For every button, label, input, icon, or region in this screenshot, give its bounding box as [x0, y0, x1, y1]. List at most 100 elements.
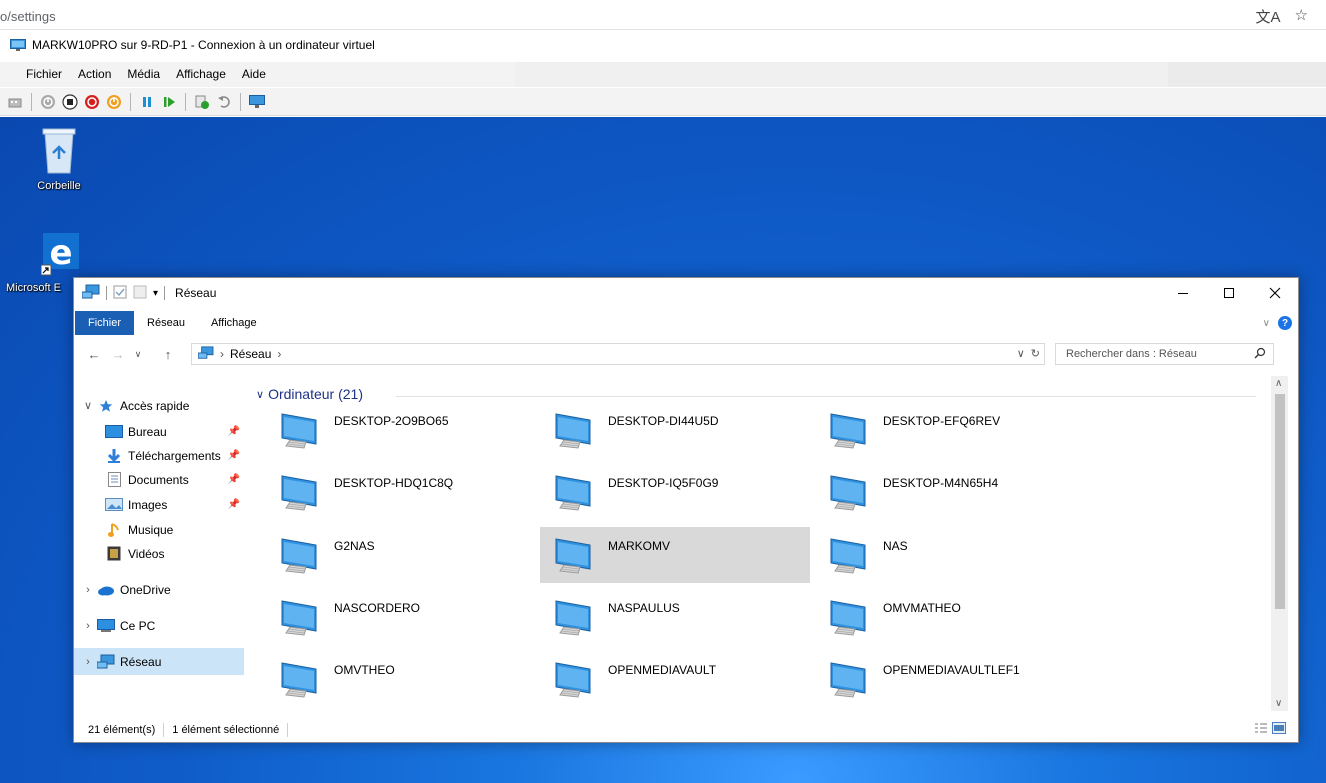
computer-tile[interactable]: DESKTOP-IQ5F0G9: [540, 464, 810, 520]
resume-icon[interactable]: [160, 93, 178, 111]
help-icon[interactable]: ?: [1278, 316, 1292, 330]
nav-label: Bureau: [128, 424, 167, 439]
chevron-right-icon[interactable]: ›: [80, 656, 96, 668]
menu-action[interactable]: Action: [70, 62, 119, 87]
network-icon: [197, 345, 214, 363]
tiles-view-icon[interactable]: [1272, 722, 1286, 737]
menu-bar-filler: [515, 62, 1168, 87]
pause-icon[interactable]: [138, 93, 156, 111]
computer-tile[interactable]: DESKTOP-DI44U5D: [540, 402, 810, 458]
new-folder-icon[interactable]: [133, 285, 147, 302]
turn-off-icon[interactable]: [61, 93, 79, 111]
scroll-up-icon[interactable]: ∧: [1275, 378, 1282, 389]
nav-item-musique[interactable]: Musique: [74, 516, 244, 543]
vertical-scrollbar[interactable]: ∧ ∨: [1271, 376, 1288, 711]
translate-icon[interactable]: 文A: [1256, 6, 1281, 27]
details-view-icon[interactable]: [1254, 722, 1268, 737]
address-dropdown-icon[interactable]: ∨: [1017, 347, 1025, 360]
pin-icon[interactable]: 📌: [228, 474, 240, 485]
computer-tile[interactable]: DESKTOP-M4N65H4: [815, 464, 1085, 520]
scroll-down-icon[interactable]: ∨: [1275, 698, 1282, 709]
nav-item-onedrive[interactable]: › OneDrive: [74, 576, 244, 603]
computer-icon: [819, 527, 875, 583]
computer-tile[interactable]: DESKTOP-2O9BO65: [266, 402, 536, 458]
back-icon[interactable]: ←: [82, 339, 106, 369]
nav-item-images[interactable]: Images 📌: [74, 491, 244, 518]
chevron-down-icon[interactable]: ∨: [80, 399, 96, 412]
ribbon-right-controls: ∨ ?: [1263, 316, 1292, 330]
computer-tile[interactable]: NASCORDERO: [266, 589, 536, 645]
computer-icon: [819, 402, 875, 458]
computer-name: DESKTOP-M4N65H4: [883, 476, 999, 490]
scroll-thumb[interactable]: [1275, 394, 1285, 609]
save-state-icon[interactable]: [105, 93, 123, 111]
computer-tile[interactable]: G2NAS: [266, 527, 536, 583]
videos-icon: [104, 546, 124, 562]
properties-icon[interactable]: [113, 285, 127, 302]
nav-item-videos[interactable]: Vidéos: [74, 540, 244, 567]
shutdown-icon[interactable]: [83, 93, 101, 111]
breadcrumb-reseau[interactable]: Réseau: [230, 347, 271, 361]
chevron-right-icon[interactable]: ›: [80, 584, 96, 596]
pin-icon[interactable]: 📌: [228, 426, 240, 437]
nav-item-documents[interactable]: Documents 📌: [74, 466, 244, 493]
search-input[interactable]: Rechercher dans : Réseau: [1055, 343, 1274, 365]
breadcrumb-separator-icon[interactable]: ›: [277, 347, 281, 361]
content-pane: ∨ Ordinateur (21) DESKTOP-2O9BO65 DESKTOP…: [246, 376, 1266, 711]
refresh-icon[interactable]: ↻: [1031, 347, 1040, 360]
start-icon[interactable]: [39, 93, 57, 111]
chevron-right-icon[interactable]: ›: [80, 620, 96, 632]
nav-item-ce-pc[interactable]: › Ce PC: [74, 612, 244, 639]
url-text[interactable]: o/settings: [0, 9, 56, 24]
computer-tile[interactable]: MARKOMV: [540, 527, 810, 583]
maximize-icon[interactable]: [1206, 278, 1252, 308]
computer-icon: [270, 402, 326, 458]
computer-tile[interactable]: NAS: [815, 527, 1085, 583]
computer-icon: [544, 402, 600, 458]
pin-icon[interactable]: 📌: [228, 499, 240, 510]
ctrl-alt-del-icon[interactable]: [6, 93, 24, 111]
customize-quick-access-icon[interactable]: ▾: [153, 288, 158, 299]
enhanced-session-icon[interactable]: [248, 93, 266, 111]
menu-fichier[interactable]: Fichier: [18, 62, 70, 87]
expand-ribbon-icon[interactable]: ∨: [1263, 318, 1270, 329]
star-icon[interactable]: ☆: [1295, 6, 1308, 27]
recent-locations-icon[interactable]: ∨: [130, 339, 146, 369]
computer-name: DESKTOP-DI44U5D: [608, 414, 719, 428]
pin-icon[interactable]: 📌: [228, 450, 240, 461]
computer-name: DESKTOP-HDQ1C8Q: [334, 476, 454, 490]
menu-media[interactable]: Média: [119, 62, 168, 87]
checkpoint-icon[interactable]: [193, 93, 211, 111]
status-separator: [163, 723, 165, 737]
menu-aide[interactable]: Aide: [234, 62, 274, 87]
nav-item-telechargements[interactable]: Téléchargements 📌: [74, 442, 244, 469]
forward-icon[interactable]: →: [108, 339, 128, 369]
group-title: Ordinateur (21): [268, 386, 363, 402]
computer-tile[interactable]: DESKTOP-EFQ6REV: [815, 402, 1085, 458]
minimize-icon[interactable]: [1160, 278, 1206, 308]
computer-icon: [819, 464, 875, 520]
chevron-down-icon[interactable]: ∨: [256, 388, 264, 401]
tab-reseau[interactable]: Réseau: [134, 311, 198, 335]
computer-tile[interactable]: DESKTOP-HDQ1C8Q: [266, 464, 536, 520]
computer-tile[interactable]: NASPAULUS: [540, 589, 810, 645]
nav-item-bureau[interactable]: Bureau 📌: [74, 418, 244, 445]
up-icon[interactable]: ↑: [148, 339, 188, 369]
menu-affichage[interactable]: Affichage: [168, 62, 234, 87]
close-icon[interactable]: [1252, 278, 1298, 308]
desktop-icon-recycle-bin[interactable]: Corbeille: [20, 125, 98, 192]
group-header[interactable]: ∨ Ordinateur (21): [256, 386, 363, 402]
address-bar[interactable]: › Réseau › ∨ ↻: [191, 343, 1045, 365]
computer-icon: [544, 651, 600, 707]
vm-window-title-bar: MARKW10PRO sur 9-RD-P1 - Connexion à un …: [0, 31, 1326, 59]
revert-icon[interactable]: [215, 93, 233, 111]
computer-name: DESKTOP-IQ5F0G9: [608, 476, 719, 490]
computer-tile[interactable]: OPENMEDIAVAULT: [540, 651, 810, 707]
nav-item-quick-access[interactable]: ∨ Accès rapide: [74, 392, 244, 419]
tab-fichier[interactable]: Fichier: [75, 311, 135, 335]
computer-tile[interactable]: OMVTHEO: [266, 651, 536, 707]
tab-affichage[interactable]: Affichage: [198, 311, 270, 335]
computer-tile[interactable]: OPENMEDIAVAULTLEF1: [815, 651, 1085, 707]
nav-item-reseau[interactable]: › Réseau: [74, 648, 244, 675]
computer-tile[interactable]: OMVMATHEO: [815, 589, 1085, 645]
